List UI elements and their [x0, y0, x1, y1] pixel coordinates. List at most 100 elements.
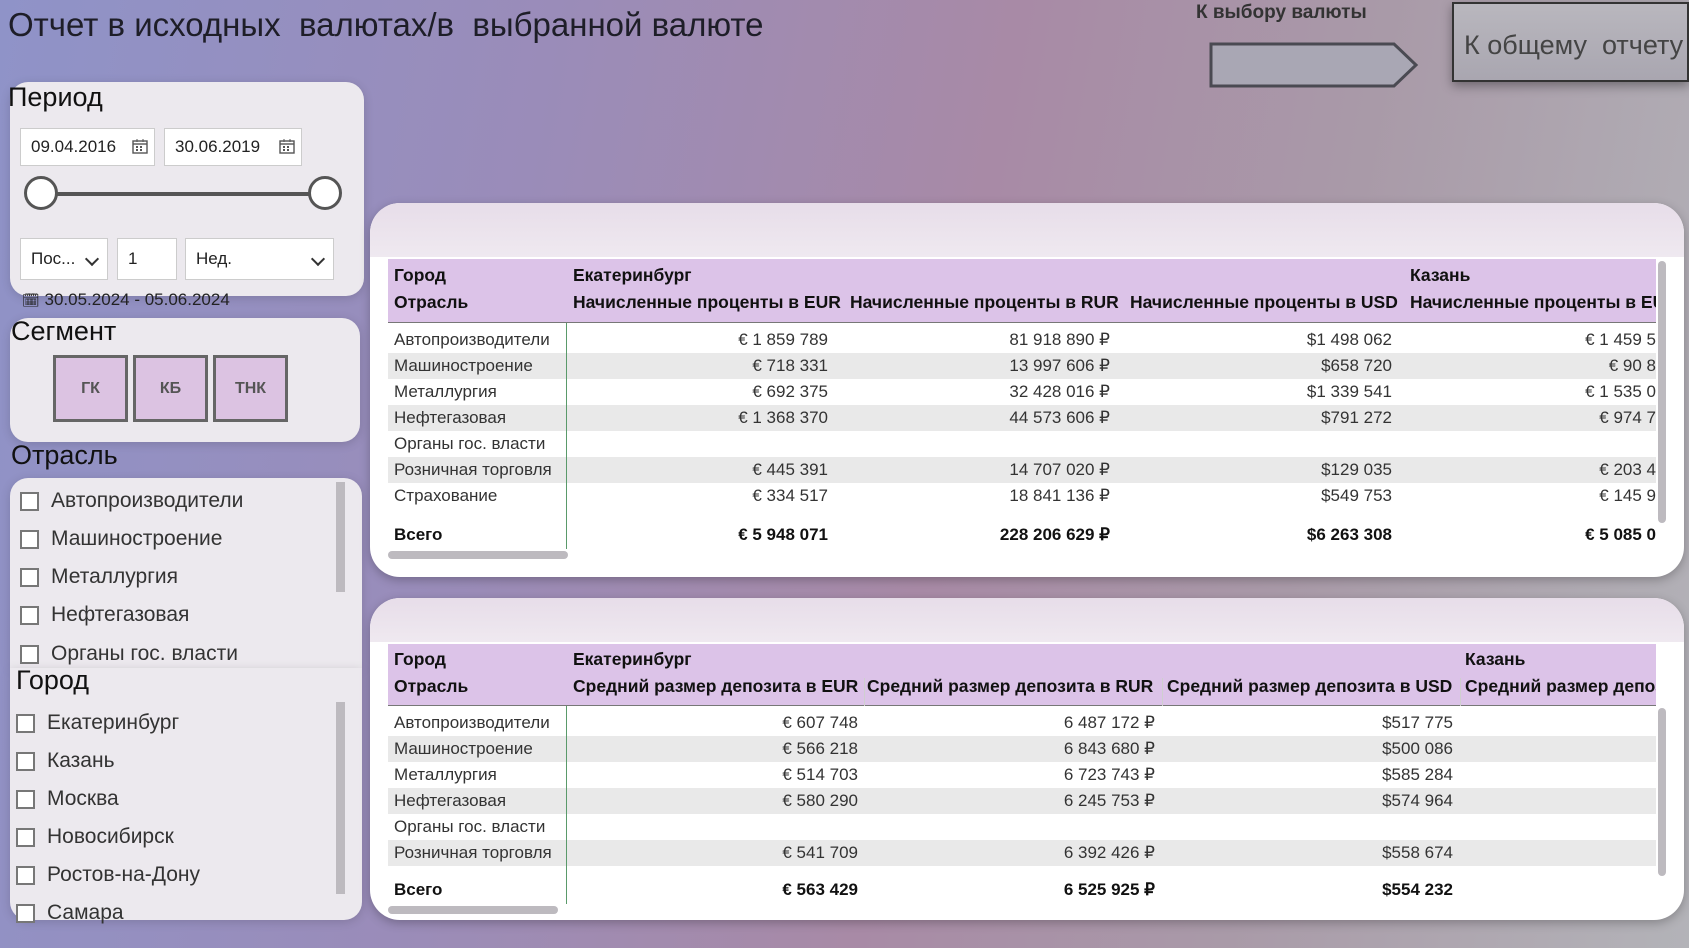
chevron-down-icon [310, 251, 326, 267]
relative-date-range-text: 30.05.2024 - 05.06.2024 [44, 290, 230, 309]
header-col-eur[interactable]: Начисленные проценты в EUR [573, 292, 841, 313]
table-row[interactable]: Розничная торговля € 541 709 6 392 426 ₽… [388, 840, 1656, 866]
table-row[interactable]: Машиностроение € 566 218 6 843 680 ₽ $50… [388, 736, 1656, 762]
calendar-clock-icon: 🗓 [22, 292, 40, 308]
header-col-rur[interactable]: Средний размер депозита в RUR [867, 676, 1153, 697]
header-city-ekaterinburg[interactable]: Екатеринбург [573, 265, 692, 286]
relative-mode-select[interactable]: Пос... [20, 238, 108, 280]
total-usd: $554 232 [1382, 880, 1453, 899]
table-row[interactable]: Розничная торговля € 445 391 14 707 020 … [388, 457, 1656, 483]
industry-scrollbar[interactable] [336, 482, 345, 592]
header-industry-label: Отрасль [394, 676, 469, 696]
relative-unit-value: Нед. [196, 249, 233, 268]
table-row[interactable]: Машиностроение € 718 331 13 997 606 ₽ $6… [388, 353, 1656, 379]
overall-report-button[interactable]: К общему отчету [1452, 2, 1689, 82]
city-scrollbar[interactable] [336, 702, 345, 894]
relative-count-input[interactable]: 1 [117, 238, 177, 280]
city-item-label[interactable]: Новосибирск [47, 825, 174, 849]
row-label: Машиностроение [394, 356, 533, 375]
horizontal-scrollbar[interactable] [388, 551, 568, 559]
header-col-usd[interactable]: Начисленные проценты в USD [1130, 292, 1398, 313]
table-row[interactable]: Нефтегазовая € 580 290 6 245 753 ₽ $574 … [388, 788, 1656, 814]
table-row[interactable]: Органы гос. власти [388, 431, 1656, 457]
cell-rur: 6 723 743 ₽ [1063, 765, 1155, 784]
cell-eur: € 692 375 [752, 382, 828, 401]
cell-rur: 13 997 606 ₽ [1009, 356, 1110, 375]
cell-usd: $1 498 062 [1306, 330, 1392, 349]
header-city-ekaterinburg[interactable]: Екатеринбург [573, 649, 692, 670]
cell-rur: 81 918 890 ₽ [1009, 330, 1110, 349]
horizontal-scrollbar[interactable] [388, 906, 558, 914]
cell-eur: € 445 391 [752, 460, 828, 479]
city-item-label[interactable]: Ростов-на-Дону [47, 863, 200, 887]
cell-rur: 32 428 016 ₽ [1009, 382, 1110, 401]
table-row[interactable]: Органы гос. власти [388, 814, 1656, 840]
cell-usd: $791 272 [1321, 408, 1392, 427]
segment-button-gk[interactable]: ГК [53, 355, 128, 422]
city-checkbox[interactable] [16, 714, 35, 733]
table-row[interactable]: Страхование € 334 517 18 841 136 ₽ $549 … [388, 483, 1656, 509]
city-checkbox[interactable] [16, 866, 35, 885]
industry-checkbox[interactable] [20, 645, 39, 664]
cell-eur: € 1 368 370 [738, 408, 828, 427]
city-checkbox[interactable] [16, 752, 35, 771]
header-city-kazan[interactable]: Казань [1410, 265, 1470, 286]
calendar-icon[interactable] [279, 138, 295, 154]
industry-title: Отрасль [11, 440, 118, 470]
start-date-value: 09.04.2016 [31, 137, 117, 156]
period-slider-end-handle[interactable] [308, 176, 342, 210]
industry-item-label[interactable]: Машиностроение [51, 527, 222, 551]
industry-checkbox[interactable] [20, 606, 39, 625]
industry-item-label[interactable]: Органы гос. власти [51, 642, 238, 666]
table-row[interactable]: Автопроизводители € 607 748 6 487 172 ₽ … [388, 710, 1656, 736]
header-col-eur-kazan[interactable]: Начисленные проценты в EUR [1410, 292, 1656, 313]
relative-unit-select[interactable]: Нед. [185, 238, 334, 280]
end-date-input[interactable]: 30.06.2019 [164, 128, 302, 166]
period-slider-start-handle[interactable] [24, 176, 58, 210]
table-row[interactable]: Металлургия € 692 375 32 428 016 ₽ $1 33… [388, 379, 1656, 405]
cell-usd: $500 086 [1382, 739, 1453, 758]
industry-checkbox[interactable] [20, 530, 39, 549]
period-slider-track[interactable] [42, 192, 325, 196]
cell-rur: 6 843 680 ₽ [1063, 739, 1155, 758]
cell-eur-kazan: € 974 7 [1599, 408, 1656, 427]
header-col-rur[interactable]: Начисленные проценты в RUR [850, 292, 1119, 313]
city-checkbox[interactable] [16, 904, 35, 923]
industry-item-label[interactable]: Металлургия [51, 565, 178, 589]
city-checkbox[interactable] [16, 828, 35, 847]
period-title: Период [8, 82, 103, 112]
cell-rur: 6 487 172 ₽ [1063, 713, 1155, 732]
city-checkbox[interactable] [16, 790, 35, 809]
industry-checkbox[interactable] [20, 492, 39, 511]
header-col-eur[interactable]: Средний размер депозита в EUR [573, 676, 858, 697]
table-body: Автопроизводители € 1 859 789 81 918 890… [388, 323, 1656, 521]
vertical-scrollbar[interactable] [1658, 708, 1666, 876]
city-item-label[interactable]: Казань [47, 749, 115, 773]
city-item-label[interactable]: Екатеринбург [47, 711, 179, 735]
accrued-interest-table-panel: Город Отрасль Екатеринбург Начисленные п… [370, 203, 1684, 577]
city-item-label[interactable]: Москва [47, 787, 119, 811]
row-header-divider [566, 323, 567, 549]
vertical-scrollbar[interactable] [1658, 261, 1666, 523]
total-usd: $6 263 308 [1306, 525, 1392, 544]
start-date-input[interactable]: 09.04.2016 [20, 128, 155, 166]
industry-checkbox[interactable] [20, 568, 39, 587]
table-row[interactable]: Нефтегазовая € 1 368 370 44 573 606 ₽ $7… [388, 405, 1656, 431]
industry-item-label[interactable]: Автопроизводители [51, 489, 243, 513]
cell-rur: 14 707 020 ₽ [1009, 460, 1110, 479]
calendar-icon[interactable] [132, 138, 148, 154]
table-header: Город Отрасль Екатеринбург Средний разме… [388, 644, 1656, 706]
city-item-label[interactable]: Самара [47, 901, 124, 925]
table-row[interactable]: Автопроизводители € 1 859 789 81 918 890… [388, 327, 1656, 353]
header-col-eur-kazan[interactable]: Средний размер депоз [1465, 676, 1656, 697]
header-city-kazan[interactable]: Казань [1465, 649, 1525, 670]
row-label: Нефтегазовая [394, 408, 507, 427]
table-total-row: Всего € 563 429 6 525 925 ₽ $554 232 [388, 876, 1656, 904]
currency-selection-button[interactable] [1208, 40, 1420, 90]
industry-item-label[interactable]: Нефтегазовая [51, 603, 189, 627]
segment-button-kb[interactable]: КБ [133, 355, 208, 422]
segment-button-tnk[interactable]: ТНК [213, 355, 288, 422]
header-col-usd[interactable]: Средний размер депозита в USD [1167, 676, 1452, 697]
total-eur-kazan: € 5 085 0 [1585, 525, 1656, 544]
table-row[interactable]: Металлургия € 514 703 6 723 743 ₽ $585 2… [388, 762, 1656, 788]
